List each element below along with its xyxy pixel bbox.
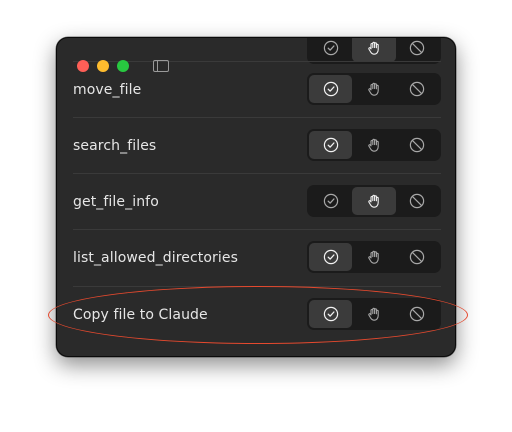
tool-row: search_files — [73, 117, 441, 173]
check-circle-icon — [323, 81, 339, 97]
block-icon — [409, 306, 425, 322]
allow-permission-button[interactable] — [309, 75, 353, 103]
allow-permission-button[interactable] — [309, 187, 352, 215]
ask-permission-button[interactable] — [352, 187, 396, 215]
hand-icon — [366, 193, 382, 209]
close-window-button[interactable] — [77, 60, 89, 72]
hand-icon — [366, 81, 382, 97]
deny-permission-button[interactable] — [396, 131, 439, 159]
block-icon — [409, 81, 425, 97]
deny-permission-button[interactable] — [396, 75, 439, 103]
tool-row: get_file_info — [73, 173, 441, 229]
check-circle-icon — [323, 137, 339, 153]
hand-icon — [366, 137, 382, 153]
permission-segmented-control — [307, 241, 441, 273]
allow-permission-button[interactable] — [309, 300, 353, 328]
permission-segmented-control — [307, 73, 441, 105]
check-circle-icon — [323, 249, 339, 265]
check-circle-icon — [323, 193, 339, 209]
ask-permission-button[interactable] — [352, 131, 395, 159]
permission-segmented-control — [307, 129, 441, 161]
tool-row: move_file — [73, 61, 441, 117]
tool-permissions-window: move_file search_files get_file_info list_a… — [56, 37, 456, 357]
block-icon — [409, 193, 425, 209]
zoom-window-button[interactable] — [117, 60, 129, 72]
ask-permission-button[interactable] — [352, 75, 395, 103]
deny-permission-button[interactable] — [396, 187, 439, 215]
tool-name-label: get_file_info — [73, 194, 159, 210]
allow-permission-button[interactable] — [309, 243, 353, 271]
tool-name-label: list_allowed_directories — [73, 250, 238, 266]
permission-segmented-control — [307, 185, 441, 217]
block-icon — [409, 137, 425, 153]
ask-permission-button[interactable] — [352, 243, 395, 271]
deny-permission-button[interactable] — [396, 300, 439, 328]
block-icon — [409, 249, 425, 265]
permission-segmented-control — [307, 298, 441, 330]
allow-permission-button[interactable] — [309, 131, 353, 159]
check-circle-icon — [323, 306, 339, 322]
tool-name-label: search_files — [73, 138, 157, 154]
deny-permission-button[interactable] — [396, 243, 439, 271]
title-bar — [57, 38, 455, 72]
tool-row: list_allowed_directories — [73, 229, 441, 285]
hand-icon — [366, 249, 382, 265]
ask-permission-button[interactable] — [352, 300, 395, 328]
hand-icon — [366, 306, 382, 322]
minimize-window-button[interactable] — [97, 60, 109, 72]
sidebar-toggle-icon[interactable] — [153, 60, 169, 72]
tool-name-label: Copy file to Claude — [73, 307, 208, 323]
tool-row: Copy file to Claude — [73, 286, 441, 342]
